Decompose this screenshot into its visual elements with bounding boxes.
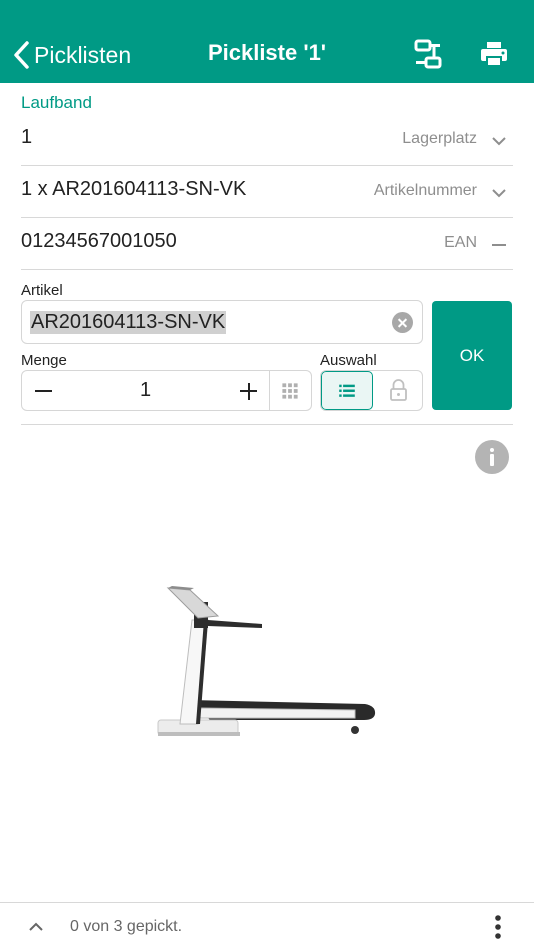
- lagerplatz-value: 1: [21, 126, 33, 148]
- artikel-input[interactable]: AR201604113-SN-VK: [21, 300, 423, 344]
- lagerplatz-row[interactable]: 1 Lagerplatz: [21, 114, 513, 166]
- artikel-input-value: AR201604113-SN-VK: [30, 311, 227, 334]
- switch-icon[interactable]: [412, 38, 444, 70]
- quantity-value[interactable]: 1: [64, 371, 227, 410]
- print-icon[interactable]: [478, 38, 510, 70]
- chevron-down-icon[interactable]: [489, 131, 509, 151]
- app-header: Picklisten Pickliste '1': [0, 0, 534, 83]
- ean-label: EAN: [444, 234, 477, 251]
- artikelnummer-row[interactable]: 1 x AR201604113-SN-VK Artikelnummer: [21, 166, 513, 218]
- clear-icon[interactable]: [392, 312, 413, 333]
- footer-bar: 0 von 3 gepickt.: [0, 902, 534, 950]
- ok-button[interactable]: OK: [432, 301, 512, 410]
- section-title: Laufband: [21, 93, 92, 112]
- quantity-stepper[interactable]: 1: [21, 370, 312, 411]
- artikel-label: Artikel: [21, 282, 63, 299]
- divider: [21, 424, 513, 425]
- artikelnummer-label: Artikelnummer: [373, 182, 477, 199]
- menge-label: Menge: [21, 352, 67, 369]
- chevron-down-icon[interactable]: [489, 183, 509, 203]
- chevron-up-icon[interactable]: [26, 917, 46, 937]
- auswahl-label: Auswahl: [320, 352, 377, 369]
- treadmill-image: [157, 586, 376, 736]
- lock-icon[interactable]: [373, 371, 423, 410]
- minus-icon[interactable]: [489, 235, 509, 255]
- artikelnummer-value: 1 x AR201604113-SN-VK: [21, 178, 247, 200]
- increment-button[interactable]: [227, 371, 269, 410]
- pick-status: 0 von 3 gepickt.: [70, 918, 183, 935]
- list-icon[interactable]: [321, 371, 373, 410]
- ean-value: 01234567001050: [21, 230, 177, 252]
- keypad-icon[interactable]: [269, 371, 311, 410]
- more-options-icon[interactable]: [486, 914, 510, 940]
- decrement-button[interactable]: [22, 371, 64, 410]
- lagerplatz-label: Lagerplatz: [402, 130, 477, 147]
- ean-row[interactable]: 01234567001050 EAN: [21, 218, 513, 270]
- page-title: Pickliste '1': [207, 40, 327, 65]
- info-icon[interactable]: [475, 440, 509, 474]
- auswahl-toggle[interactable]: [320, 370, 423, 411]
